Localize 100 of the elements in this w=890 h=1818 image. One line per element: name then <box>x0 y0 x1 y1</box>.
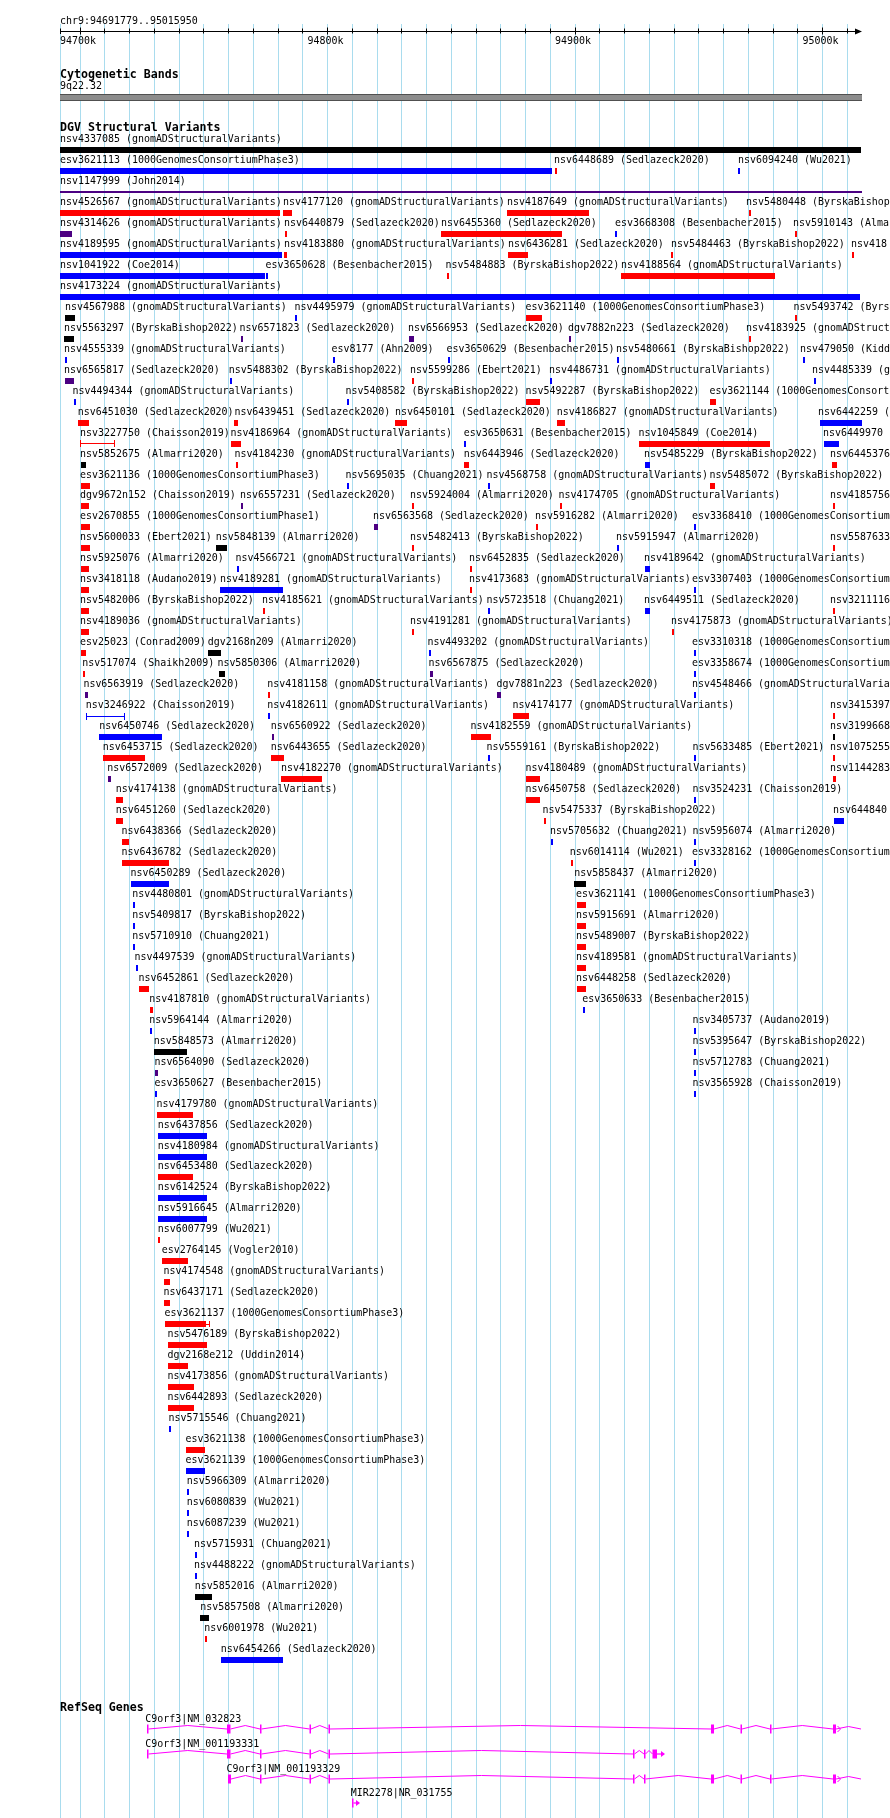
variant-label: nsv3418118 (Audano2019) <box>80 573 218 586</box>
variant-bar[interactable] <box>820 419 862 426</box>
variant-bar[interactable] <box>693 1069 696 1076</box>
variant-label: nsv6452835 (Sedlazeck2020) <box>469 552 625 565</box>
variant-bar[interactable] <box>496 692 501 699</box>
variant-label: nsv6450746 (Sedlazeck2020) <box>99 720 256 733</box>
variant-bar[interactable] <box>487 608 490 615</box>
variant-bar[interactable] <box>108 776 111 783</box>
variant-bar[interactable] <box>60 293 860 300</box>
variant-bar[interactable] <box>187 1509 190 1516</box>
variant-bar[interactable] <box>185 1468 206 1475</box>
variant-bar[interactable] <box>64 335 74 342</box>
gene-label: C9orf3|NM_001193329 <box>226 1762 341 1775</box>
variant-bar[interactable] <box>130 880 169 887</box>
variant-bar[interactable] <box>645 566 650 573</box>
variant-bar[interactable] <box>150 1027 153 1034</box>
variant-bar[interactable] <box>157 1153 208 1160</box>
variant-bar[interactable] <box>220 587 283 594</box>
variant-bar[interactable] <box>157 1132 208 1139</box>
variant-label: esv3621141 (1000GenomesConsortiumPhase3) <box>576 887 816 900</box>
variant-bar[interactable] <box>60 251 282 258</box>
variant-bar[interactable] <box>99 734 162 741</box>
variant-bar[interactable] <box>645 608 650 615</box>
variant-label: dgv9672n152 (Chaisson2019) <box>80 489 236 502</box>
variant-bar[interactable] <box>135 964 138 971</box>
variant-bar[interactable] <box>802 356 805 363</box>
variant-bar[interactable] <box>693 1048 696 1055</box>
variant-label: esv2670855 (1000GenomesConsortiumPhase1) <box>80 510 320 523</box>
variant-bar[interactable] <box>157 1195 208 1202</box>
variant-bar[interactable] <box>693 755 696 762</box>
variant-bar[interactable] <box>133 943 136 950</box>
variant-span[interactable] <box>85 712 126 720</box>
variant-bar[interactable] <box>84 692 88 699</box>
variant-bar[interactable] <box>65 314 75 321</box>
variant-bar[interactable] <box>824 440 839 447</box>
variant-bar[interactable] <box>693 524 696 531</box>
variant-label: nsv5916282 (Almarri2020) <box>535 510 679 523</box>
variant-bar[interactable] <box>645 461 650 468</box>
variant-bar[interactable] <box>693 838 696 845</box>
variant-bar[interactable] <box>133 901 136 908</box>
variant-bar[interactable] <box>693 650 696 657</box>
variant-label: nsv5559161 (ByrskaBishop2022) <box>486 741 661 754</box>
variant-bar[interactable] <box>133 922 136 929</box>
variant-label: nsv6566953 (Sedlazeck2020) <box>408 321 564 334</box>
variant-bar[interactable] <box>693 1027 696 1034</box>
variant-bar[interactable] <box>408 335 414 342</box>
variant-bar[interactable] <box>215 545 227 552</box>
variant-bar[interactable] <box>693 1090 696 1097</box>
variant-bar[interactable] <box>194 1551 197 1558</box>
gene-model[interactable] <box>147 1724 862 1734</box>
variant-bar[interactable] <box>60 230 72 237</box>
variant-label: esv3621139 (1000GenomesConsortiumPhase3) <box>185 1454 426 1467</box>
variant-label: nsv6563919 (Sedlazeck2020) <box>83 678 240 691</box>
variant-bar[interactable] <box>832 734 835 741</box>
variant-bar[interactable] <box>236 566 239 573</box>
variant-bar[interactable] <box>268 713 271 720</box>
variant-label: nsv6557231 (Sedlazeck2020) <box>240 489 396 502</box>
variant-bar[interactable] <box>693 587 696 594</box>
variant-bar[interactable] <box>693 797 696 804</box>
variant-label: nsv5848573 (Almarri2020) <box>153 1034 298 1047</box>
variant-bar[interactable] <box>374 524 378 531</box>
variant-bar[interactable] <box>428 650 431 657</box>
variant-label: nsv5966309 (Almarri2020) <box>186 1475 331 1487</box>
variant-bar[interactable] <box>194 1593 212 1600</box>
variant-bar[interactable] <box>155 1069 158 1076</box>
variant-label: esv3621137 (1000GenomesConsortiumPhase3) <box>164 1307 405 1320</box>
variant-label: esv3650627 (Besenbacher2015) <box>154 1076 323 1089</box>
variant-bar[interactable] <box>693 859 696 866</box>
variant-span[interactable] <box>80 440 115 448</box>
gene-model[interactable] <box>352 1798 360 1808</box>
variant-bar[interactable] <box>429 671 433 678</box>
gene-model[interactable] <box>228 1774 862 1784</box>
variant-bar[interactable] <box>487 482 490 489</box>
variant-bar[interactable] <box>693 671 696 678</box>
variant-label: nsv6449511 (Sedlazeck2020) <box>644 594 800 607</box>
variant-bar[interactable] <box>187 1489 190 1495</box>
variant-label: nsv5715931 (Chuang2021) <box>194 1537 332 1550</box>
variant-bar[interactable] <box>218 671 225 678</box>
variant-bar[interactable] <box>200 1614 210 1621</box>
variant-bar[interactable] <box>81 461 86 468</box>
variant-bar[interactable] <box>60 272 265 279</box>
variant-bar[interactable] <box>220 1656 283 1663</box>
variant-bar[interactable] <box>271 734 274 741</box>
variant-bar[interactable] <box>73 398 76 405</box>
variant-bar[interactable] <box>207 650 221 657</box>
variant-bar[interactable] <box>332 356 335 363</box>
variant-bar[interactable] <box>693 692 696 699</box>
variant-label: esv3621140 (1000GenomesConsortiumPhase3) <box>525 300 766 313</box>
variant-label: nsv4497539 (gnomADStructuralVariants) <box>134 950 357 963</box>
variant-bar[interactable] <box>487 755 490 762</box>
variant-bar[interactable] <box>187 1530 190 1537</box>
gene-model[interactable] <box>147 1749 665 1759</box>
variant-bar[interactable] <box>65 377 74 384</box>
variant-bar[interactable] <box>157 1216 208 1223</box>
variant-bar[interactable] <box>574 880 586 887</box>
variant-label: nsv1045849 (Coe2014) <box>638 426 759 439</box>
variant-label: nsv5489007 (ByrskaBishop2022) <box>576 929 750 942</box>
variant-bar[interactable] <box>60 167 552 174</box>
variant-bar[interactable] <box>583 1006 586 1013</box>
variant-bar[interactable] <box>153 1048 187 1055</box>
